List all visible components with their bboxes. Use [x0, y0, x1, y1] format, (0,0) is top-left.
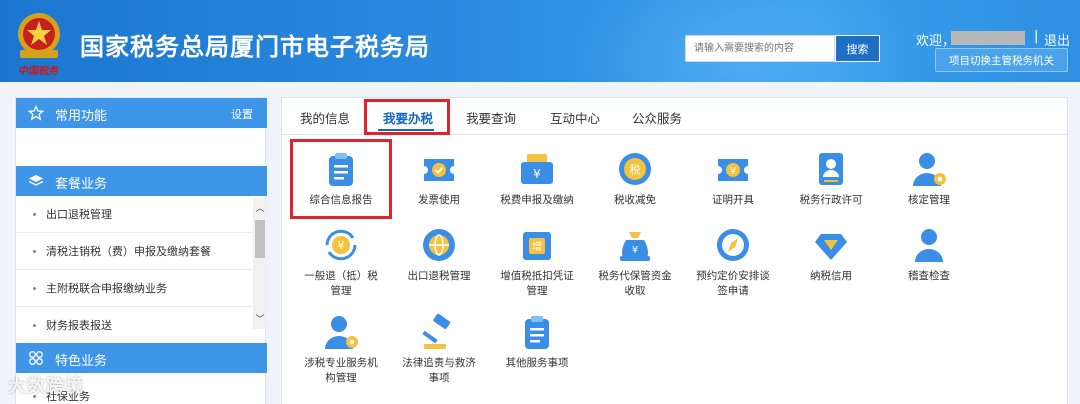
tile-label: 法律追责与救济 事项 — [402, 357, 476, 384]
sidebar-item-joint-filing[interactable]: 主附税联合申报缴纳业务 — [16, 270, 254, 307]
certificate-icon: ¥ — [718, 159, 748, 181]
tile-legal-remedy[interactable]: 法律追责与救济 事项 — [384, 313, 494, 393]
tile-label: 出口退税管理 — [407, 270, 471, 282]
tax-emblem-icon — [18, 13, 60, 58]
sidebar-item-deregistration[interactable]: 清税注销税（费）申报及缴纳套餐 — [16, 233, 254, 270]
coin-icon: 税 — [619, 153, 651, 185]
search-input[interactable] — [685, 35, 835, 62]
svg-text:税: 税 — [630, 163, 641, 177]
tile-label: 纳税信用 — [810, 270, 852, 282]
tile-advance-pricing[interactable]: 预约定价安排谈 签申请 — [678, 226, 788, 306]
svg-text:¥: ¥ — [632, 245, 638, 256]
site-title: 国家税务总局厦门市电子税务局 — [80, 33, 430, 61]
emblem-script: 中国税务 — [18, 66, 58, 77]
scroll-down-icon[interactable]: ﹀ — [255, 315, 265, 325]
switch-tax-office-button[interactable]: 项目切换主管税务机关 — [935, 48, 1068, 72]
agent-gear-icon — [325, 316, 358, 349]
diamond-icon — [815, 234, 847, 260]
tab-public-service[interactable]: 公众服务 — [632, 108, 682, 127]
search-button[interactable]: 搜索 — [835, 35, 880, 62]
layers-icon — [28, 175, 44, 186]
tab-highlight-box — [364, 99, 450, 135]
vat-icon: 增 — [523, 232, 551, 260]
tile-label: 稽查检查 — [908, 270, 950, 282]
star-icon — [28, 105, 44, 121]
tile-label: 其他服务事项 — [505, 357, 569, 369]
wallet-icon: ¥ — [521, 154, 553, 184]
sidebar-item-financial-report[interactable]: 财务报表报送 — [16, 307, 254, 344]
package-business-header[interactable]: 套餐业务 — [16, 166, 267, 196]
svg-text:¥: ¥ — [533, 167, 541, 181]
logout-link[interactable]: 退出 — [1044, 30, 1070, 49]
tile-label: 预约定价安排谈 签申请 — [696, 270, 770, 297]
watermark: 大数跨境 — [8, 376, 84, 397]
tile-tax-filing[interactable]: ¥ 税费申报及缴纳 — [482, 150, 592, 230]
globe-icon — [423, 229, 455, 261]
refund-icon: ¥ — [325, 229, 357, 261]
money-bag-icon: ¥ — [620, 232, 650, 261]
main-panel: 我的信息 我要办税 我要查询 互动中心 公众服务 综合信息报告 发票使用 ¥ 税… — [281, 97, 1068, 404]
common-functions-header[interactable]: 常用功能 设置 — [16, 98, 267, 128]
sidebar: 常用功能 设置 套餐业务 出口退税管理 清税注销税（费）申报及缴纳套餐 主附税联… — [15, 97, 267, 404]
ticket-icon — [424, 159, 454, 181]
id-card-icon — [819, 153, 843, 185]
tile-tax-credit[interactable]: 纳税信用 — [776, 226, 886, 306]
tile-label: 增值税抵扣凭证 管理 — [500, 270, 574, 297]
tile-label: 税费申报及缴纳 — [500, 194, 574, 206]
svg-text:¥: ¥ — [730, 166, 736, 177]
sidebar-scrollbar[interactable]: ︿ ﹀ — [253, 198, 267, 329]
tile-general-refund[interactable]: ¥ 一般退（抵）税 管理 — [286, 226, 396, 306]
site-header: 中国税务 国家税务总局厦门市电子税务局 搜索 欢迎， | 退出 项目切换主管税务… — [0, 0, 1080, 82]
tile-professional-service[interactable]: 涉税专业服务机 构管理 — [286, 313, 396, 393]
sidebar-item-export-refund[interactable]: 出口退税管理 — [16, 196, 254, 233]
tile-label: 发票使用 — [418, 194, 460, 206]
tile-invoice-use[interactable]: 发票使用 — [384, 150, 494, 230]
tile-label: 税务代保管资金 收取 — [598, 270, 672, 297]
tile-label: 一般退（抵）税 管理 — [304, 270, 378, 297]
scroll-thumb[interactable] — [255, 220, 265, 258]
settings-link[interactable]: 设置 — [231, 106, 253, 122]
svg-text:¥: ¥ — [338, 239, 345, 252]
tile-label: 涉税专业服务机 构管理 — [304, 357, 378, 384]
username-redacted — [951, 31, 1025, 45]
tile-tax-relief[interactable]: 税 税收减免 — [580, 150, 690, 230]
header-separator: | — [1034, 29, 1039, 44]
package-business-label: 套餐业务 — [55, 177, 108, 192]
tile-assessment[interactable]: 核定管理 — [874, 150, 984, 230]
tile-certificate[interactable]: ¥ 证明开具 — [678, 150, 788, 230]
tile-label: 核定管理 — [908, 194, 950, 206]
scroll-up-icon[interactable]: ︿ — [255, 204, 265, 214]
grid-icon — [29, 351, 43, 365]
tile-label: 税收减免 — [614, 194, 656, 206]
tab-my-info[interactable]: 我的信息 — [300, 108, 350, 127]
welcome-text: 欢迎， — [916, 34, 956, 49]
user-gear-icon — [913, 153, 946, 186]
tab-interaction[interactable]: 互动中心 — [550, 108, 600, 127]
tile-export-refund[interactable]: 出口退税管理 — [384, 226, 494, 306]
tab-bar: 我的信息 我要办税 我要查询 互动中心 公众服务 — [282, 98, 1067, 135]
tile-administrative-license[interactable]: 税务行政许可 — [776, 150, 886, 230]
tile-inspection[interactable]: 稽查检查 — [874, 226, 984, 306]
tab-query[interactable]: 我要查询 — [466, 108, 516, 127]
list-icon — [525, 316, 549, 349]
tile-highlight-box — [290, 139, 392, 219]
inspector-icon — [915, 229, 943, 262]
compass-icon — [717, 229, 749, 261]
common-functions-label: 常用功能 — [55, 109, 108, 124]
tile-label: 税务行政许可 — [799, 194, 863, 206]
tile-label: 证明开具 — [712, 194, 754, 206]
special-business-label: 特色业务 — [55, 354, 108, 369]
special-business-header[interactable]: 特色业务 — [16, 343, 267, 373]
tile-vat-deduction[interactable]: 增 增值税抵扣凭证 管理 — [482, 226, 592, 306]
tile-other-services[interactable]: 其他服务事项 — [482, 313, 592, 393]
gavel-icon — [422, 313, 451, 349]
svg-text:增: 增 — [532, 240, 542, 253]
tile-custody-funds[interactable]: ¥ 税务代保管资金 收取 — [580, 226, 690, 306]
